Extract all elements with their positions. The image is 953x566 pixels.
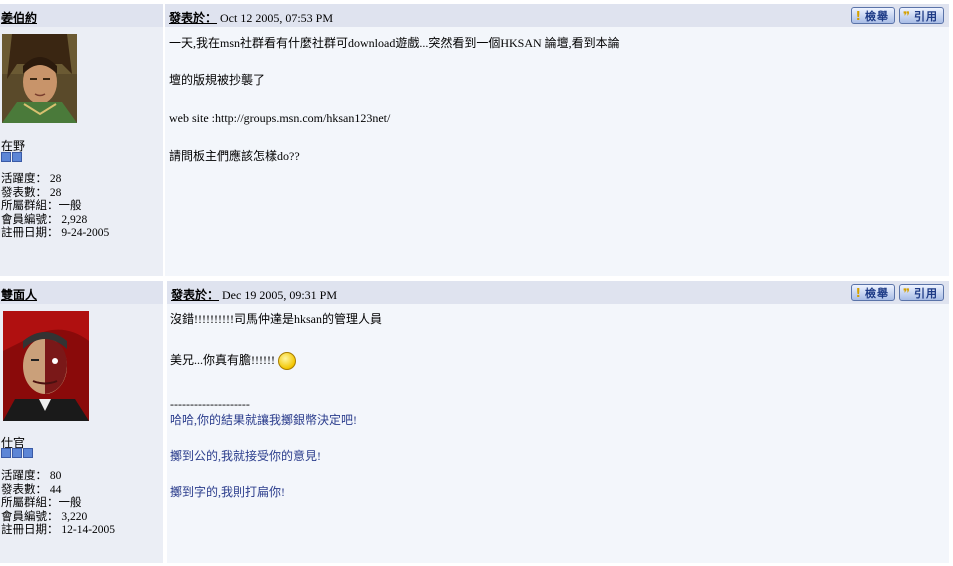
stat-activity: 活躍度： 28 [1, 173, 62, 185]
quote-label: 引用 [914, 9, 938, 23]
stat-group: 所屬群組：一般 [1, 497, 82, 509]
username-link[interactable]: 姜伯約 [1, 9, 37, 26]
speech-bubble-icon: ❞ [902, 8, 911, 23]
stat-posts: 發表數： 28 [1, 186, 62, 199]
rank-star [12, 152, 22, 162]
posted-date: Dec 19 2005, 09:31 PM [222, 288, 338, 302]
speech-bubble-icon: ❞ [902, 285, 911, 300]
avatar [2, 34, 77, 123]
quote-button[interactable]: ❞ 引用 [898, 7, 944, 24]
post-2: 雙面人 仕官 活躍度： 80 發表數： 44 所屬群組：一般 會員編號： 3,2… [0, 281, 949, 563]
post-line: 沒錯!!!!!!!!!!司馬仲達是hksan的管理人員 [170, 312, 382, 326]
exclamation-icon: ! [855, 8, 862, 23]
post-date: 發表於： Oct 12 2005, 07:53 PM [169, 9, 333, 26]
posted-label: 發表於： [171, 288, 220, 302]
stat-member-no: 會員編號： 3,220 [1, 510, 88, 523]
smiley-icon [277, 352, 296, 370]
signature-divider: -------------------- [170, 397, 250, 411]
posted-date: Oct 12 2005, 07:53 PM [220, 11, 334, 25]
signature-line: 哈哈,你的結果就讓我擲銀幣決定吧! [170, 413, 357, 427]
report-label: 檢舉 [864, 286, 889, 300]
quote-label: 引用 [914, 286, 938, 300]
post-actions: ! 檢舉 ❞ 引用 [851, 7, 944, 24]
post-line: 請問板主們應該怎樣do?? [169, 149, 300, 163]
user-sidebar: 姜伯約 在野 活躍度： 28 發表數： 28 所屬群組：一般 會員編號： 2,9… [0, 4, 163, 276]
post-line: 一天,我在msn社群看有什麼社群可download遊戲...突然看到一個HKSA… [169, 36, 620, 50]
rank-stars [1, 152, 22, 162]
rank-star [12, 448, 22, 458]
user-stats: 活躍度： 28 發表數： 28 所屬群組：一般 會員編號： 2,928 註冊日期… [1, 173, 109, 241]
user-stats: 活躍度： 80 發表數： 44 所屬群組：一般 會員編號： 3,220 註冊日期… [1, 470, 115, 538]
user-sidebar: 雙面人 仕官 活躍度： 80 發表數： 44 所屬群組：一般 會員編號： 3,2… [0, 281, 163, 563]
stat-joined: 註冊日期： 12-14-2005 [1, 524, 116, 536]
post-line-with-emoticon: 美兄...你真有膽!!!!!! [170, 352, 296, 370]
username-bar: 雙面人 [0, 281, 163, 304]
post-content: 發表於： Dec 19 2005, 09:31 PM ! 檢舉 ❞ 引用 沒錯!… [167, 281, 949, 563]
post-line: 壇的版規被抄襲了 [169, 73, 266, 87]
rank-star [1, 152, 11, 162]
stat-posts: 發表數： 44 [1, 483, 62, 496]
stat-group: 所屬群組：一般 [1, 200, 82, 212]
posted-label: 發表於： [169, 11, 218, 25]
rank-stars [1, 448, 33, 458]
post-1: 姜伯約 在野 活躍度： 28 發表數： 28 所屬群組：一般 會員編號： 2,9… [0, 4, 949, 276]
report-button[interactable]: ! 檢舉 [851, 7, 895, 24]
post-header: 發表於： Dec 19 2005, 09:31 PM ! 檢舉 ❞ 引用 [167, 281, 949, 304]
quote-button[interactable]: ❞ 引用 [898, 284, 944, 301]
exclamation-icon: ! [855, 285, 862, 300]
post-date: 發表於： Dec 19 2005, 09:31 PM [171, 286, 337, 303]
stat-activity: 活躍度： 80 [1, 470, 62, 482]
rank-star [23, 448, 33, 458]
post-line: web site :http://groups.msn.com/hksan123… [169, 111, 391, 125]
stat-joined: 註冊日期： 9-24-2005 [1, 227, 110, 239]
report-label: 檢舉 [864, 9, 889, 23]
username-bar: 姜伯約 [0, 4, 163, 27]
post-line: 美兄...你真有膽!!!!!! [170, 352, 275, 367]
post-content: 發表於： Oct 12 2005, 07:53 PM ! 檢舉 ❞ 引用 一天,… [165, 4, 949, 276]
report-button[interactable]: ! 檢舉 [851, 284, 895, 301]
username-link[interactable]: 雙面人 [1, 286, 37, 303]
signature-line: 擲到公的,我就接受你的意見! [170, 449, 321, 463]
rank-star [1, 448, 11, 458]
avatar [3, 311, 89, 421]
post-actions: ! 檢舉 ❞ 引用 [851, 284, 944, 301]
post-header: 發表於： Oct 12 2005, 07:53 PM ! 檢舉 ❞ 引用 [165, 4, 949, 27]
stat-member-no: 會員編號： 2,928 [1, 213, 88, 226]
signature-line: 擲到字的,我則打扁你! [170, 485, 285, 499]
